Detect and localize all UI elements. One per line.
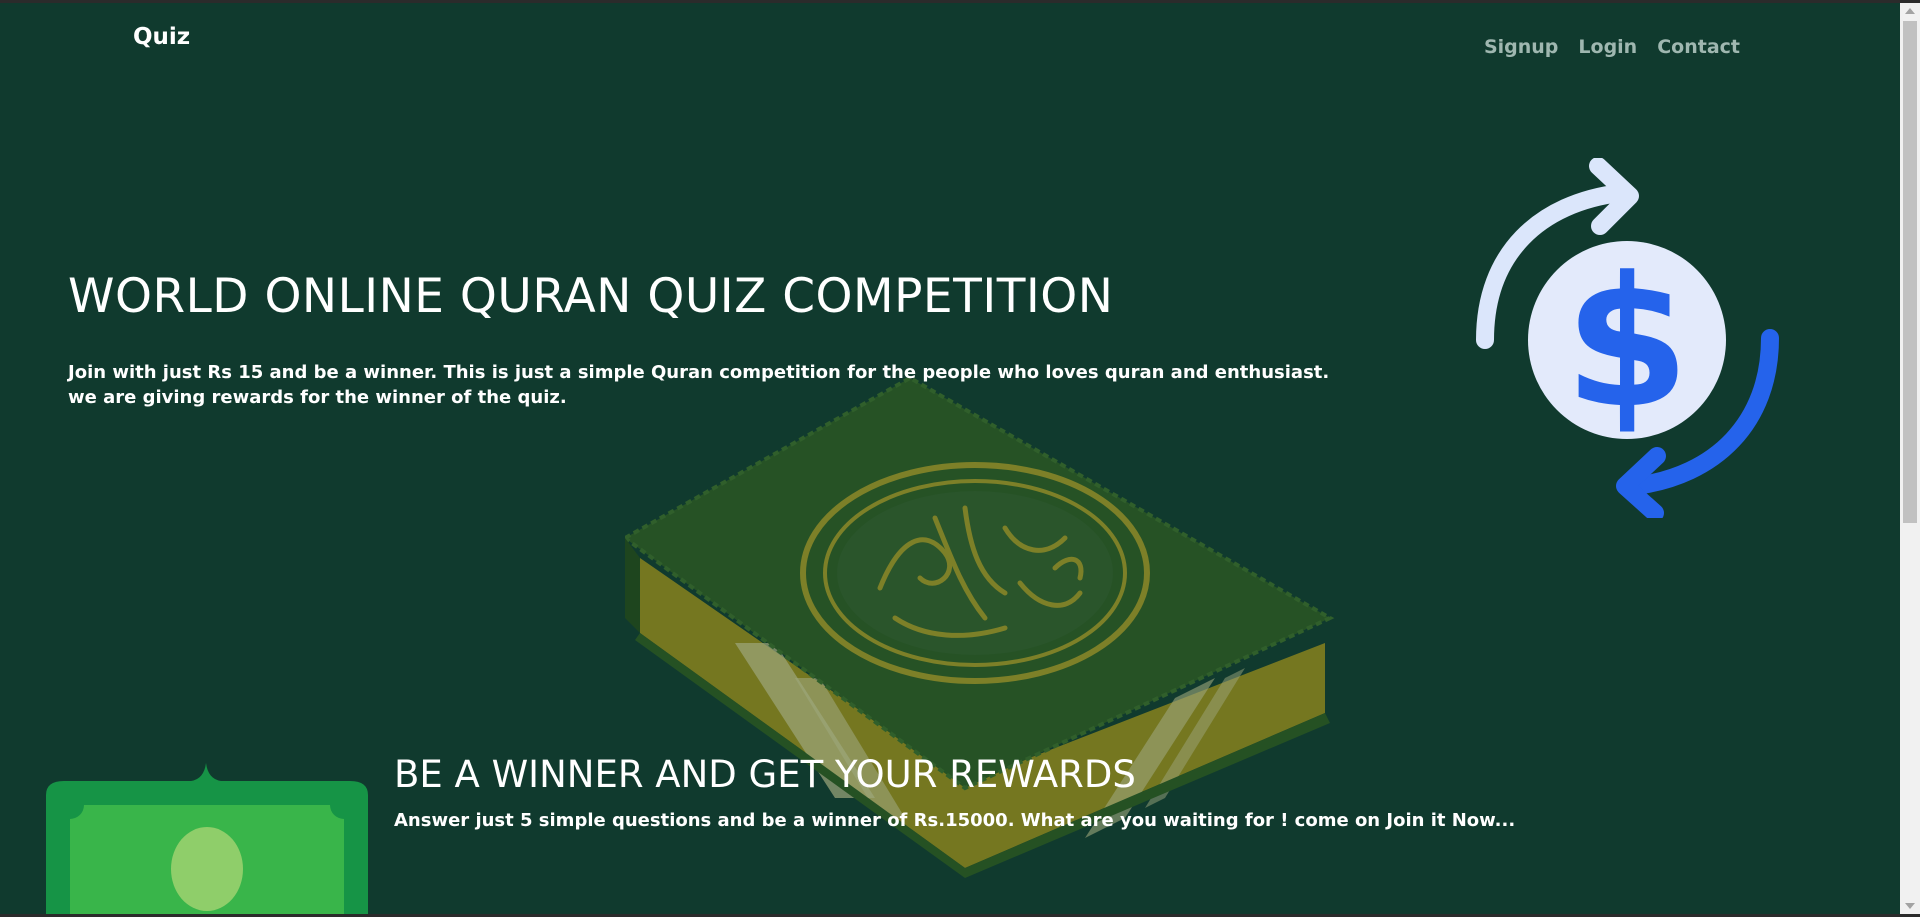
scrollbar-thumb[interactable] (1903, 21, 1917, 523)
reward-text-before: Answer just 5 simple questions and be a … (394, 810, 914, 831)
main-nav: Signup Login Contact (1484, 36, 1740, 58)
page: Quiz Signup Login Contact WORLD ONLINE Q… (0, 3, 1900, 914)
reward-text: Answer just 5 simple questions and be a … (394, 810, 1515, 831)
hero-title: WORLD ONLINE QURAN QUIZ COMPETITION (68, 269, 1114, 324)
quran-book-illustration (625, 378, 1335, 878)
scroll-up-arrow-icon[interactable] (1905, 8, 1915, 14)
reward-amount: Rs.15000 (913, 810, 1008, 831)
reward-text-after: . What are you waiting for ! come on Joi… (1007, 810, 1516, 831)
scroll-down-arrow-icon[interactable] (1905, 903, 1915, 909)
hero-description: Join with just Rs 15 and be a winner. Th… (68, 362, 1330, 408)
nav-link-signup[interactable]: Signup (1484, 36, 1558, 58)
reward-title: BE A WINNER AND GET YOUR REWARDS (394, 753, 1136, 796)
nav-link-login[interactable]: Login (1578, 36, 1637, 58)
nav-link-contact[interactable]: Contact (1657, 36, 1740, 58)
brand-logo[interactable]: Quiz (133, 24, 190, 50)
dollar-exchange-icon: $ (1476, 158, 1779, 518)
svg-text:$: $ (1564, 239, 1689, 448)
banknote-icon (46, 763, 368, 914)
vertical-scrollbar[interactable] (1900, 3, 1920, 914)
